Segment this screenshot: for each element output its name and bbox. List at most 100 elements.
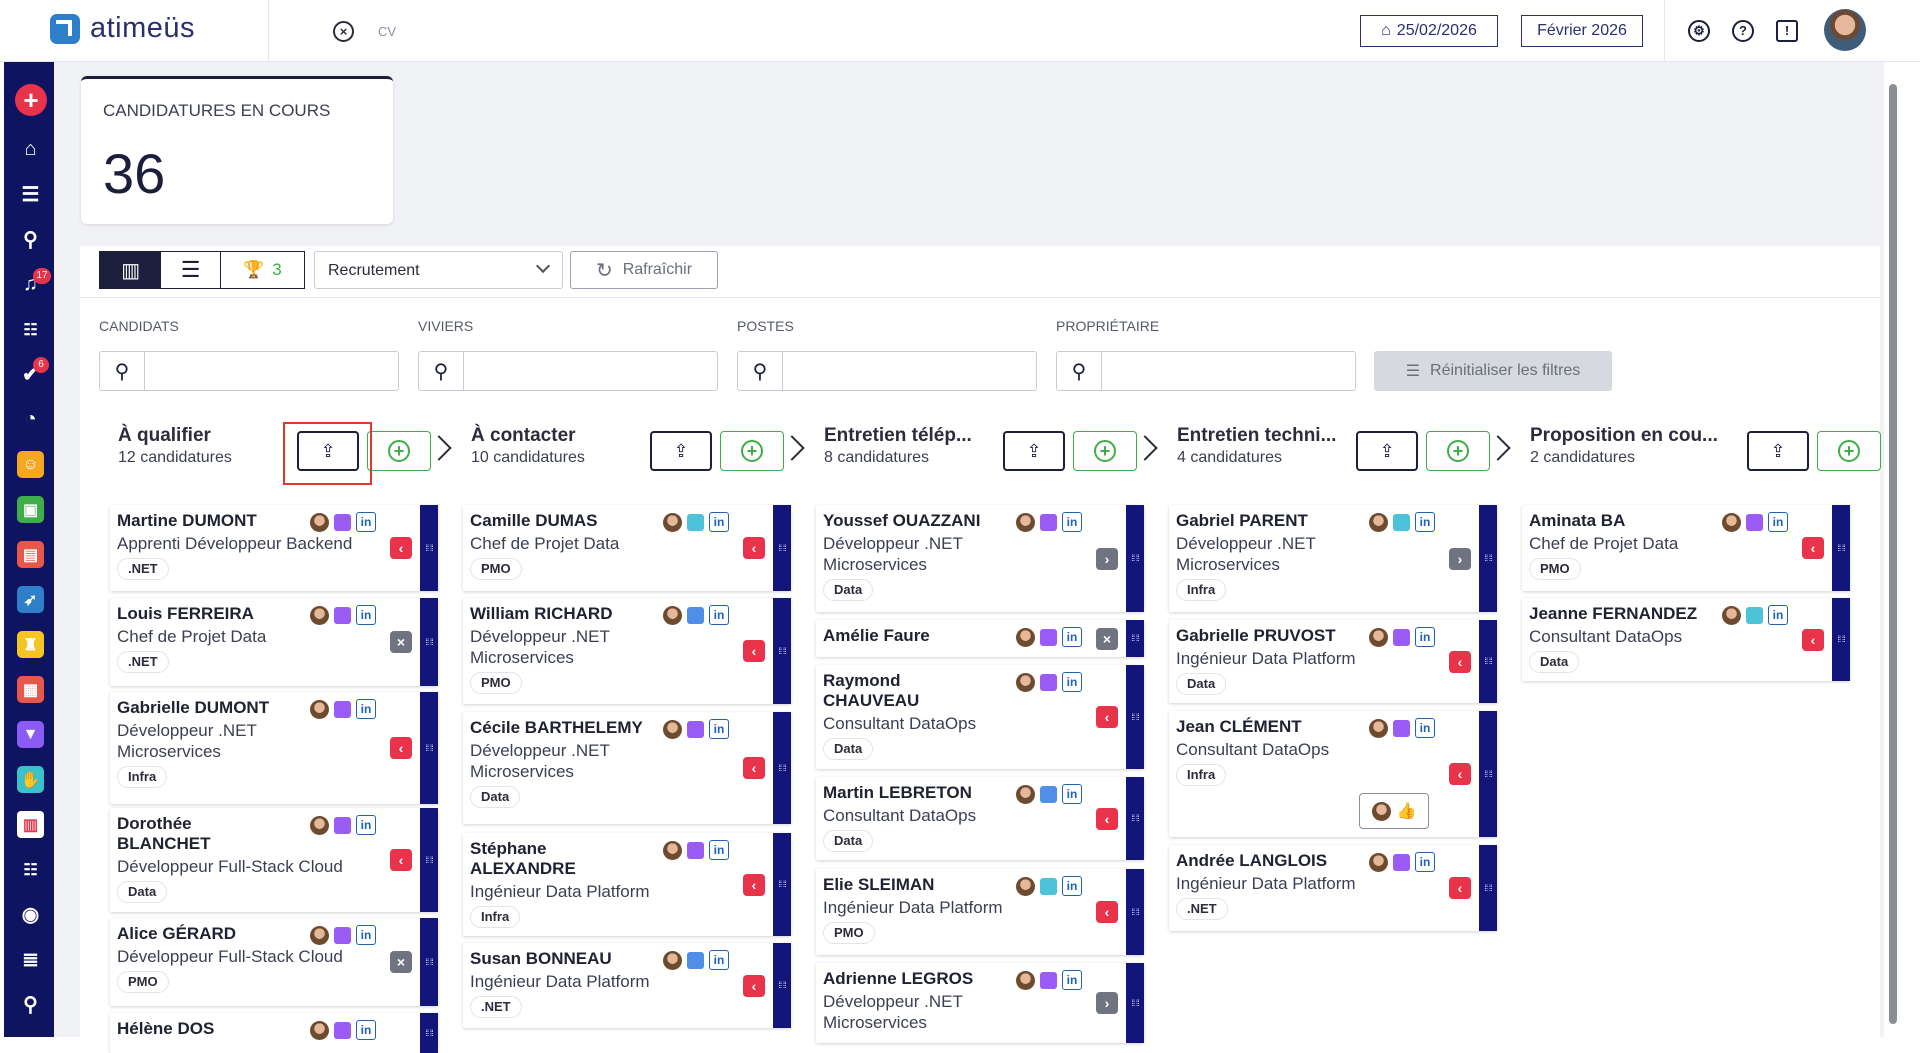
candidate-card[interactable]: ⁞⁞ ⁞⁞ Dorothée BLANCHET in Développeur Full…	[110, 808, 438, 912]
cv-active-icon[interactable]: ▥	[17, 811, 44, 838]
close-tab-icon[interactable]: ×	[333, 21, 354, 42]
rocket-icon[interactable]: ➶	[17, 586, 44, 613]
add-icon[interactable]: +	[15, 84, 47, 116]
add-candidate-button[interactable]: +	[367, 431, 431, 471]
castle-icon[interactable]: ♜	[17, 631, 44, 658]
remove-button[interactable]: ×	[390, 951, 412, 973]
candidate-card[interactable]: ⁞⁞ ⁞⁞ Youssef OUAZZANI in Développeur .NET …	[816, 505, 1144, 612]
app-logo[interactable]: atimeüs	[50, 12, 195, 45]
move-forward-button[interactable]: ›	[1449, 548, 1471, 570]
remove-button[interactable]: ×	[1096, 628, 1118, 650]
candidate-card[interactable]: ⁞⁞ ⁞⁞ Gabrielle DUMONT in Développeur .NET …	[110, 692, 438, 804]
linkedin-icon[interactable]: in	[1062, 672, 1082, 692]
gear-icon[interactable]: ⚙	[1688, 20, 1710, 42]
candidate-card[interactable]: ⁞⁞ ⁞⁞ Susan BONNEAU in Ingénieur Data Platf…	[463, 943, 791, 1028]
drag-handle-icon[interactable]: ⁞⁞ ⁞⁞	[420, 808, 438, 912]
move-forward-button[interactable]: ›	[1096, 992, 1118, 1014]
move-back-button[interactable]: ‹	[1449, 651, 1471, 673]
drag-handle-icon[interactable]: ⁞⁞ ⁞⁞	[1126, 777, 1144, 860]
candidate-card[interactable]: ⁞⁞ ⁞⁞ Gabriel PARENT in Développeur .NET Mi…	[1169, 505, 1497, 612]
linkedin-icon[interactable]: in	[1415, 627, 1435, 647]
pipeline-select[interactable]: Recrutement	[314, 251, 563, 289]
user-circle-icon[interactable]: ◉	[17, 901, 44, 928]
drag-handle-icon[interactable]: ⁞⁞ ⁞⁞	[1479, 620, 1497, 703]
drag-handle-icon[interactable]: ⁞⁞ ⁞⁞	[1479, 505, 1497, 612]
linkedin-icon[interactable]: in	[1415, 852, 1435, 872]
candidate-card[interactable]: ⁞⁞ ⁞⁞ Hélène DOS in	[110, 1013, 438, 1053]
drag-handle-icon[interactable]: ⁞⁞ ⁞⁞	[420, 1013, 438, 1053]
add-candidate-button[interactable]: +	[1426, 431, 1490, 471]
candidate-card[interactable]: ⁞⁞ ⁞⁞ Amélie Faure in ×	[816, 620, 1144, 657]
linkedin-icon[interactable]: in	[709, 950, 729, 970]
checklist-icon[interactable]: ☷	[17, 316, 44, 343]
scrollbar-thumb[interactable]	[1889, 84, 1897, 1024]
search-icon[interactable]: ⚲	[17, 226, 44, 253]
move-back-button[interactable]: ‹	[1802, 629, 1824, 651]
feedback-icon[interactable]: !	[1776, 20, 1798, 42]
candidate-card[interactable]: ⁞⁞ ⁞⁞ Andrée LANGLOIS in Ingénieur Data Pla…	[1169, 845, 1497, 931]
move-back-button[interactable]: ‹	[1449, 877, 1471, 899]
candidate-card[interactable]: ⁞⁞ ⁞⁞ Martin LEBRETON in Consultant DataOps…	[816, 777, 1144, 860]
move-back-button[interactable]: ‹	[743, 874, 765, 896]
move-back-button[interactable]: ‹	[743, 975, 765, 997]
linkedin-icon[interactable]: in	[1415, 512, 1435, 532]
drag-handle-icon[interactable]: ⁞⁞ ⁞⁞	[420, 598, 438, 686]
candidate-card[interactable]: ⁞⁞ ⁞⁞ Adrienne LEGROS in Développeur .NET M…	[816, 963, 1144, 1043]
linkedin-icon[interactable]: in	[1062, 876, 1082, 896]
drag-handle-icon[interactable]: ⁞⁞ ⁞⁞	[420, 918, 438, 1006]
add-candidate-button[interactable]: +	[720, 431, 784, 471]
drag-handle-icon[interactable]: ⁞⁞ ⁞⁞	[1126, 963, 1144, 1043]
linkedin-icon[interactable]: in	[356, 699, 376, 719]
move-back-button[interactable]: ‹	[390, 537, 412, 559]
candidate-card[interactable]: ⁞⁞ ⁞⁞ Jean CLÉMENT in Consultant DataOps Inf…	[1169, 711, 1497, 837]
linkedin-icon[interactable]: in	[356, 1020, 376, 1040]
drag-handle-icon[interactable]: ⁞⁞ ⁞⁞	[1126, 620, 1144, 657]
move-back-button[interactable]: ‹	[390, 849, 412, 871]
add-candidate-button[interactable]: +	[1073, 431, 1137, 471]
push-stage-button[interactable]: ⇪	[1003, 431, 1065, 471]
drag-handle-icon[interactable]: ⁞⁞ ⁞⁞	[1479, 845, 1497, 931]
database-icon[interactable]: ≣	[17, 946, 44, 973]
drag-handle-icon[interactable]: ⁞⁞ ⁞⁞	[1832, 598, 1850, 681]
candidate-card[interactable]: ⁞⁞ ⁞⁞ Martine DUMONT in Apprenti Développeu…	[110, 505, 438, 591]
funnel-icon[interactable]: ▼	[17, 721, 44, 748]
candidate-card[interactable]: ⁞⁞ ⁞⁞ Louis FERREIRA in Chef de Projet Data…	[110, 598, 438, 686]
candidate-card[interactable]: ⁞⁞ ⁞⁞ Aminata BA in Chef de Projet Data PMO ‹	[1522, 505, 1850, 591]
list-view-icon[interactable]: ☰	[161, 252, 221, 288]
drag-handle-icon[interactable]: ⁞⁞ ⁞⁞	[1126, 869, 1144, 955]
linkedin-icon[interactable]: in	[1768, 512, 1788, 532]
kanban-view-icon[interactable]: ▥	[100, 252, 162, 288]
document-icon[interactable]: ▤	[17, 541, 44, 568]
building-icon[interactable]: ▣	[17, 496, 44, 523]
tab-cv[interactable]: CV	[378, 24, 396, 39]
drag-handle-icon[interactable]: ⁞⁞ ⁞⁞	[773, 833, 791, 936]
drag-handle-icon[interactable]: ⁞⁞ ⁞⁞	[773, 712, 791, 824]
drag-handle-icon[interactable]: ⁞⁞ ⁞⁞	[773, 943, 791, 1028]
candidate-card[interactable]: ⁞⁞ ⁞⁞ Stéphane ALEXANDRE in Ingénieur Data …	[463, 833, 791, 936]
drag-handle-icon[interactable]: ⁞⁞ ⁞⁞	[420, 692, 438, 804]
candidate-card[interactable]: ⁞⁞ ⁞⁞ Jeanne FERNANDEZ in Consultant DataOp…	[1522, 598, 1850, 681]
drag-handle-icon[interactable]: ⁞⁞ ⁞⁞	[1479, 711, 1497, 837]
linkedin-icon[interactable]: in	[1415, 718, 1435, 738]
move-back-button[interactable]: ‹	[1096, 706, 1118, 728]
drag-handle-icon[interactable]: ⁞⁞ ⁞⁞	[773, 505, 791, 591]
proprietaire-search-field[interactable]: ⚲	[1056, 351, 1356, 391]
linkedin-icon[interactable]: in	[356, 815, 376, 835]
move-back-button[interactable]: ‹	[1096, 901, 1118, 923]
drag-handle-icon[interactable]: ⁞⁞ ⁞⁞	[773, 598, 791, 704]
linkedin-icon[interactable]: in	[356, 605, 376, 625]
drag-handle-icon[interactable]: ⁞⁞ ⁞⁞	[1126, 665, 1144, 769]
move-back-button[interactable]: ‹	[743, 640, 765, 662]
linkedin-icon[interactable]: in	[1062, 970, 1082, 990]
linkedin-icon[interactable]: in	[1768, 605, 1788, 625]
tasklist-icon[interactable]: ☷	[17, 856, 44, 883]
drag-handle-icon[interactable]: ⁞⁞ ⁞⁞	[1126, 505, 1144, 612]
linkedin-icon[interactable]: in	[709, 605, 729, 625]
user-avatar[interactable]	[1824, 9, 1866, 51]
candidate-card[interactable]: ⁞⁞ ⁞⁞ Gabrielle PRUVOST in Ingénieur Data P…	[1169, 620, 1497, 703]
candidate-card[interactable]: ⁞⁞ ⁞⁞ Raymond CHAUVEAU in Consultant DataOp…	[816, 665, 1144, 769]
month-button[interactable]: Février 2026	[1521, 15, 1643, 47]
candidate-card[interactable]: ⁞⁞ ⁞⁞ Elie SLEIMAN in Ingénieur Data Platfo…	[816, 869, 1144, 955]
trophy-button[interactable]: 🏆 3	[221, 252, 304, 288]
move-back-button[interactable]: ‹	[1096, 808, 1118, 830]
